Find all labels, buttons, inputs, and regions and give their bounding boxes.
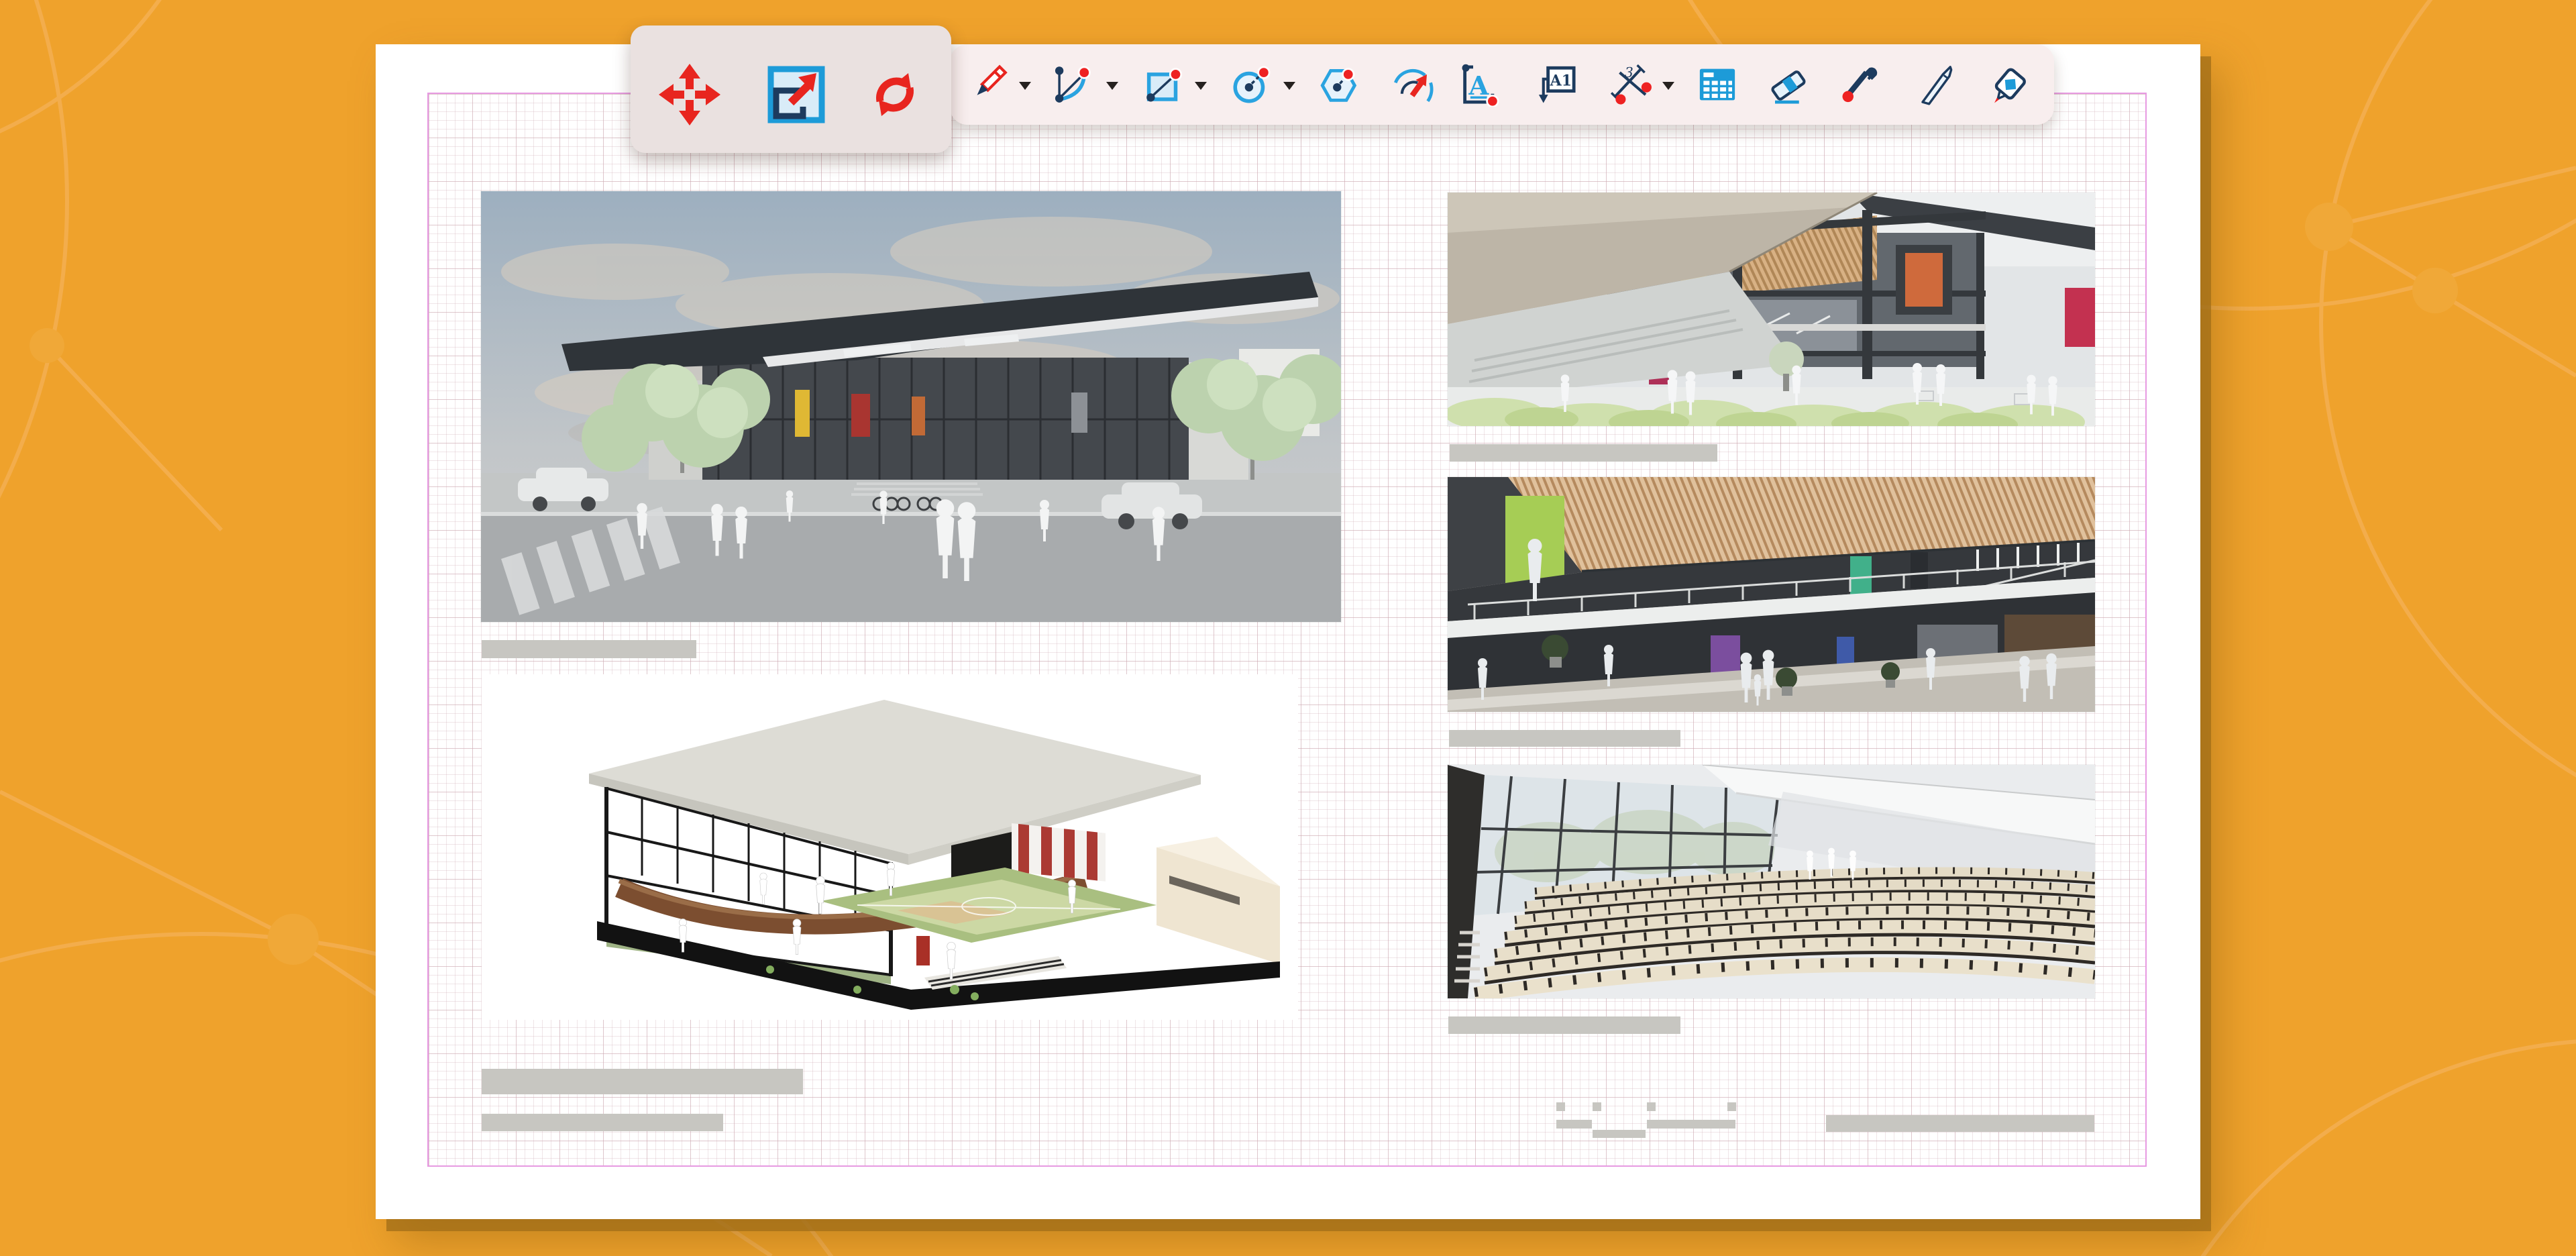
arc-icon	[1049, 62, 1093, 107]
figure-courtyard-render[interactable]	[1448, 193, 2095, 426]
caption-placeholder-bar[interactable]	[1448, 1016, 1680, 1034]
rotate-tool-button[interactable]	[863, 62, 927, 127]
label-tool-button[interactable]: A1	[1534, 62, 1578, 107]
legend-bar[interactable]	[1556, 1120, 1592, 1129]
drawing-toolbar: A A1 3	[950, 44, 2054, 125]
split-tool-button[interactable]	[1915, 62, 1960, 107]
table-icon	[1695, 62, 1739, 107]
join-icon	[1988, 62, 2032, 107]
dimension-tool-dropdown-arrow[interactable]	[1662, 82, 1674, 90]
offset-icon	[1390, 62, 1434, 107]
text-icon: A	[1458, 62, 1503, 107]
split-icon	[1915, 62, 1960, 107]
dimension-tool-button[interactable]: 3	[1609, 62, 1653, 107]
rectangle-tool-button[interactable]	[1142, 62, 1187, 107]
legend-bar[interactable]	[1593, 1130, 1646, 1138]
line-tool-dropdown-arrow[interactable]	[1019, 82, 1031, 90]
rotate-icon	[863, 62, 927, 127]
dimension-tool-glyph: 3	[1625, 64, 1633, 81]
caption-placeholder-bar[interactable]	[1449, 730, 1680, 747]
legend-square[interactable]	[1556, 1102, 1565, 1111]
eraser-icon	[1768, 62, 1812, 107]
figure-auditorium-render[interactable]	[1448, 765, 2095, 998]
eraser-tool-button[interactable]	[1768, 62, 1812, 107]
document-page[interactable]	[376, 44, 2200, 1219]
rectangle-icon	[1142, 62, 1187, 107]
subtitle-placeholder-bar[interactable]	[482, 1114, 723, 1131]
arc-tool-button[interactable]	[1049, 62, 1093, 107]
text-tool-button[interactable]: A	[1458, 62, 1503, 107]
scale-icon	[764, 62, 828, 127]
figure-isometric-section-render[interactable]	[482, 674, 1298, 1020]
circle-tool-button[interactable]	[1230, 62, 1274, 107]
footer-placeholder-bar[interactable]	[1826, 1115, 2094, 1132]
circle-icon	[1230, 62, 1274, 107]
move-icon	[657, 62, 722, 127]
figure-exterior-street-render[interactable]	[481, 191, 1341, 622]
dimension-icon: 3	[1609, 62, 1653, 107]
polygon-tool-button[interactable]	[1317, 62, 1361, 107]
label-icon: A1	[1534, 62, 1578, 107]
table-tool-button[interactable]	[1695, 62, 1739, 107]
join-tool-button[interactable]	[1988, 62, 2032, 107]
line-tool-button[interactable]	[967, 62, 1012, 107]
offset-tool-button[interactable]	[1390, 62, 1434, 107]
scale-tool-button[interactable]	[764, 62, 828, 127]
caption-placeholder-bar[interactable]	[482, 640, 696, 658]
caption-placeholder-bar[interactable]	[1450, 444, 1717, 462]
transform-toolbar	[631, 25, 951, 153]
eyedropper-icon	[1839, 62, 1883, 107]
rectangle-tool-dropdown-arrow[interactable]	[1195, 82, 1207, 90]
circle-tool-dropdown-arrow[interactable]	[1283, 82, 1295, 90]
arc-tool-dropdown-arrow[interactable]	[1106, 82, 1118, 90]
move-tool-button[interactable]	[657, 62, 722, 127]
legend-square[interactable]	[1727, 1102, 1736, 1111]
style-eyedropper-button[interactable]	[1839, 62, 1883, 107]
label-tool-glyph: A1	[1550, 72, 1572, 89]
legend-square[interactable]	[1647, 1102, 1656, 1111]
figure-interior-walkway-render[interactable]	[1448, 477, 2095, 712]
pencil-line-icon	[967, 62, 1012, 107]
title-placeholder-bar[interactable]	[482, 1069, 803, 1094]
legend-bar[interactable]	[1647, 1120, 1735, 1129]
legend-square[interactable]	[1593, 1102, 1601, 1111]
polygon-icon	[1317, 62, 1361, 107]
